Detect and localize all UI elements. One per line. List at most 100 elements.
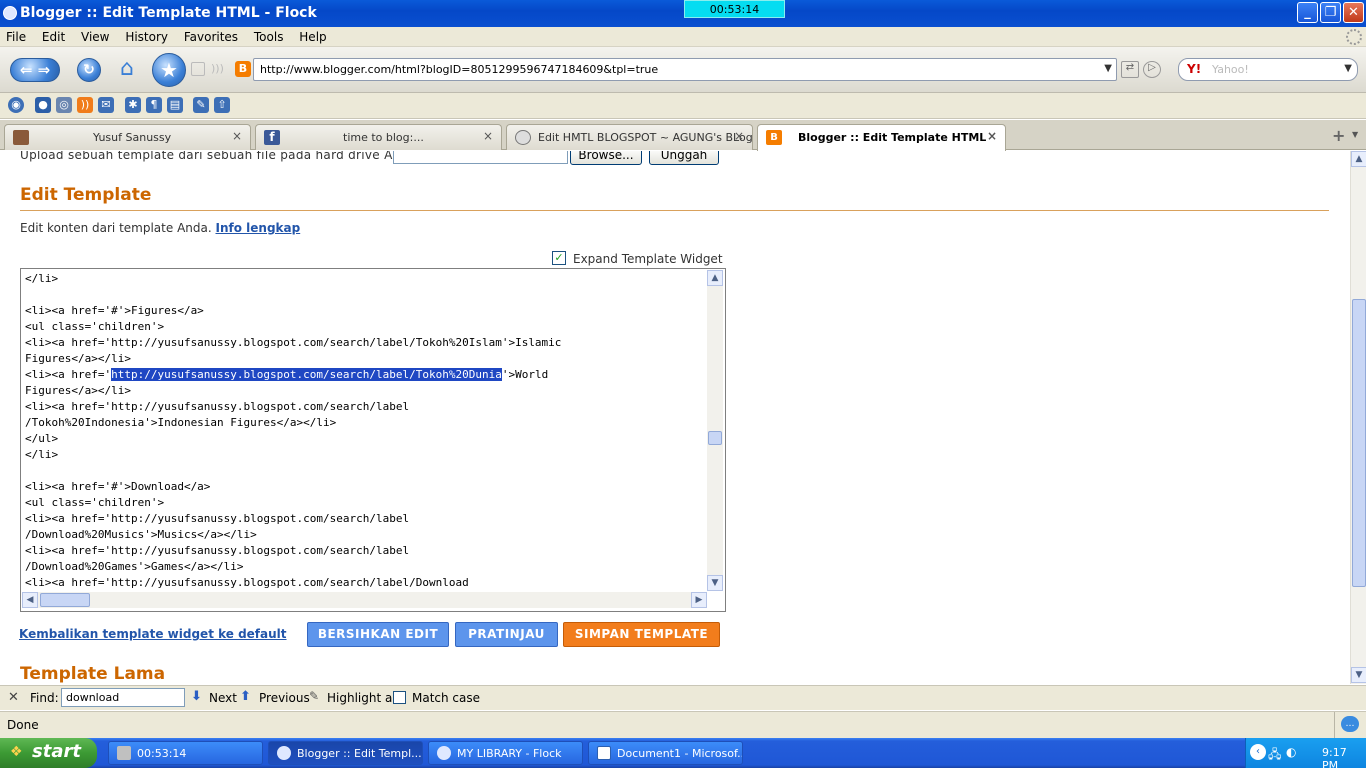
find-next-button[interactable]: Next <box>209 691 237 705</box>
taskbar-item-blogger[interactable]: Blogger :: Edit Templ... <box>268 741 423 765</box>
code-line[interactable]: /Tokoh%20Indonesia'>Indonesian Figures</… <box>25 415 705 431</box>
arrow-down-icon[interactable]: ⬇ <box>191 689 202 704</box>
highlight-all-button[interactable]: Highlight all <box>327 691 399 705</box>
chat-icon[interactable]: … <box>1341 716 1359 732</box>
code-line[interactable]: <li><a href='#'>Download</a> <box>25 479 705 495</box>
editor-vertical-scrollbar[interactable]: ▲ ▼ <box>707 270 723 591</box>
menu-edit[interactable]: Edit <box>36 27 71 44</box>
browse-button[interactable]: Browse... <box>570 151 642 165</box>
taskbar-item-document1[interactable]: Document1 - Microsof... <box>588 741 743 765</box>
code-line[interactable] <box>25 463 705 479</box>
url-dropdown-icon[interactable]: ▼ <box>1104 63 1112 74</box>
close-tab-icon[interactable]: × <box>987 129 997 143</box>
rss-icon[interactable]: )) <box>77 97 93 113</box>
scroll-up-icon[interactable]: ▲ <box>707 270 723 286</box>
code-line[interactable]: <li><a href='http://yusufsanussy.blogspo… <box>25 399 705 415</box>
people-icon[interactable]: ● <box>35 97 51 113</box>
page-scroll-up-icon[interactable]: ▲ <box>1351 151 1366 167</box>
code-line[interactable]: <li><a href='http://yusufsanussy.blogspo… <box>25 367 705 383</box>
search-box[interactable]: Y! Yahoo! ▼ <box>1178 58 1358 81</box>
preview-button[interactable]: PRATINJAU <box>455 622 558 647</box>
highlighter-icon[interactable]: ✎ <box>309 689 319 703</box>
code-line[interactable]: </ul> <box>25 431 705 447</box>
save-template-button[interactable]: SIMPAN TEMPLATE <box>563 622 720 647</box>
code-text-area[interactable]: </li> <li><a href='#'>Figures</a> <ul clas… <box>25 271 705 591</box>
upload-icon[interactable]: ⇧ <box>214 97 230 113</box>
find-input[interactable]: download <box>61 688 185 707</box>
start-button[interactable]: ❖ start <box>0 738 97 768</box>
code-line[interactable]: <ul class='children'> <box>25 495 705 511</box>
close-tab-icon[interactable]: × <box>734 129 744 143</box>
editor-horizontal-scrollbar[interactable]: ◀ ▶ <box>22 592 707 608</box>
page-tools-icon[interactable]: ⇄ <box>1121 61 1139 78</box>
code-line[interactable]: <li><a href='http://yusufsanussy.blogspo… <box>25 511 705 527</box>
page-scroll-down-icon[interactable]: ▼ <box>1351 667 1366 683</box>
share-icon[interactable] <box>191 62 205 76</box>
close-find-icon[interactable]: ✕ <box>8 690 19 705</box>
restore-button[interactable]: ❐ <box>1320 2 1341 23</box>
code-line[interactable]: <ul class='children'> <box>25 319 705 335</box>
match-case-checkbox[interactable] <box>393 691 406 704</box>
new-tab-icon[interactable]: + <box>1332 126 1348 145</box>
code-line[interactable]: /Download%20Musics'>Musics</a></li> <box>25 527 705 543</box>
menu-help[interactable]: Help <box>293 27 332 44</box>
tab-blogger-edit-template[interactable]: B Blogger :: Edit Template HTML × <box>757 124 1006 151</box>
scroll-left-icon[interactable]: ◀ <box>22 592 38 608</box>
upload-button[interactable]: Unggah <box>649 151 719 165</box>
code-line[interactable]: </li> <box>25 447 705 463</box>
tab-edit-hmtl-blogspot[interactable]: Edit HMTL BLOGSPOT ~ AGUNG's BLog × <box>506 124 753 150</box>
minimize-button[interactable]: _ <box>1297 2 1318 23</box>
back-forward-icon[interactable]: ⇐ ⇒ <box>10 58 60 82</box>
menu-view[interactable]: View <box>75 27 115 44</box>
tray-expand-icon[interactable]: ‹ <box>1250 744 1266 760</box>
taskbar-item-my-library[interactable]: MY LIBRARY - Flock <box>428 741 583 765</box>
code-line[interactable]: Figures</a></li> <box>25 383 705 399</box>
url-bar[interactable]: http://www.blogger.com/html?blogID=80512… <box>253 58 1117 81</box>
home-icon[interactable]: ⌂ <box>114 57 140 83</box>
feed-icon[interactable]: ))) <box>211 62 225 76</box>
page-scroll-thumb[interactable] <box>1352 299 1366 587</box>
file-path-input[interactable] <box>393 151 568 164</box>
code-line[interactable]: <li><a href='#'>Figures</a> <box>25 303 705 319</box>
close-tab-icon[interactable]: × <box>483 129 493 143</box>
template-code-editor[interactable]: </li> <li><a href='#'>Figures</a> <ul clas… <box>20 268 726 612</box>
code-line[interactable]: <li><a href='http://yusufsanussy.blogspo… <box>25 335 705 351</box>
expand-widget-checkbox[interactable]: ✓ <box>552 251 566 265</box>
tab-yusuf-sanussy[interactable]: Yusuf Sanussy × <box>4 124 251 150</box>
tab-time-to-blog[interactable]: f time to blog:... × <box>255 124 502 150</box>
go-icon[interactable]: ▷ <box>1143 61 1161 78</box>
search-engine-dropdown-icon[interactable]: ▼ <box>1344 63 1352 74</box>
code-line[interactable]: <li><a href='http://yusufsanussy.blogspo… <box>25 543 705 559</box>
reset-template-link[interactable]: Kembalikan template widget ke default <box>19 627 287 641</box>
pin-icon[interactable]: ¶ <box>146 97 162 113</box>
menu-favorites[interactable]: Favorites <box>178 27 244 44</box>
page-vertical-scrollbar[interactable]: ▲ ▼ <box>1350 151 1366 684</box>
url-text[interactable]: http://www.blogger.com/html?blogID=80512… <box>260 63 658 76</box>
globe-icon[interactable]: ◉ <box>8 97 24 113</box>
scroll-right-icon[interactable]: ▶ <box>691 592 707 608</box>
scroll-down-icon[interactable]: ▼ <box>707 575 723 591</box>
close-button[interactable]: ✕ <box>1343 2 1364 23</box>
volume-icon[interactable]: ◐ <box>1286 745 1296 759</box>
code-line[interactable]: Figures</a></li> <box>25 351 705 367</box>
horizontal-scroll-thumb[interactable] <box>40 593 90 607</box>
mail-icon[interactable]: ✉ <box>98 97 114 113</box>
taskbar-item-timer[interactable]: 00:53:14 <box>108 741 263 765</box>
code-line[interactable]: </li> <box>25 271 705 287</box>
close-tab-icon[interactable]: × <box>232 129 242 143</box>
clear-edit-button[interactable]: BERSIHKAN EDIT <box>307 622 449 647</box>
code-line[interactable]: <li><a href='http://yusufsanussy.blogspo… <box>25 575 705 591</box>
menu-file[interactable]: File <box>0 27 32 44</box>
star-favorite-icon[interactable]: ★ <box>152 53 186 87</box>
find-input-value[interactable]: download <box>66 691 119 704</box>
info-link[interactable]: Info lengkap <box>216 221 301 235</box>
reload-icon[interactable]: ↻ <box>77 58 101 82</box>
arrow-up-icon[interactable]: ⬆ <box>240 689 251 704</box>
tools-icon[interactable]: ✱ <box>125 97 141 113</box>
media-icon[interactable]: ◎ <box>56 97 72 113</box>
find-previous-button[interactable]: Previous <box>259 691 310 705</box>
menu-tools[interactable]: Tools <box>248 27 290 44</box>
blog-editor-icon[interactable]: ✎ <box>193 97 209 113</box>
clipboard-icon[interactable]: ▤ <box>167 97 183 113</box>
code-line[interactable]: /Download%20Games'>Games</a></li> <box>25 559 705 575</box>
